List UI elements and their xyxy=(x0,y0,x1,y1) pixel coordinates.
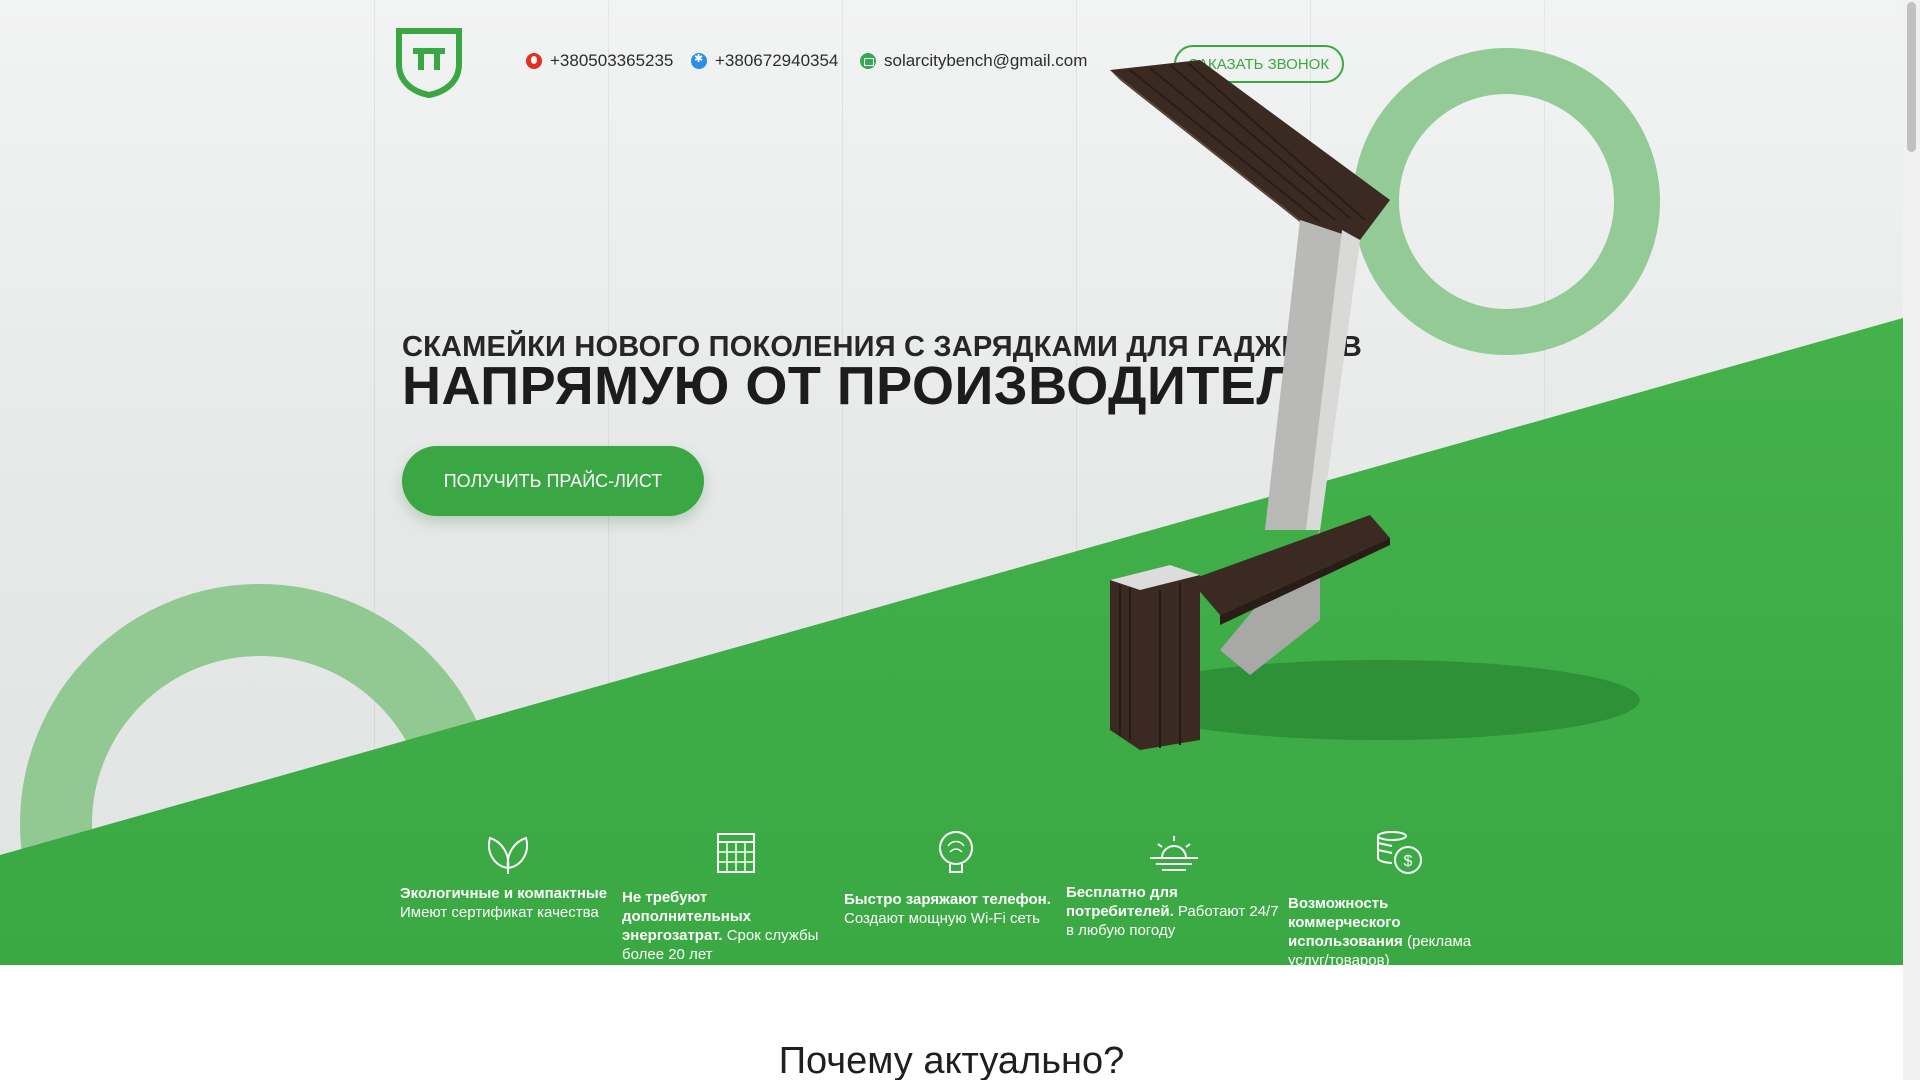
mail-icon xyxy=(860,53,876,69)
calendar-icon xyxy=(717,833,755,873)
feature-desc: Создают мощную Wi-Fi сеть xyxy=(844,910,1040,927)
contact-email[interactable]: solarcitybench@gmail.com xyxy=(860,51,1087,71)
page-scrollbar[interactable] xyxy=(1903,0,1920,1080)
feature-bold: Экологичные и компактные xyxy=(400,885,608,902)
feature-desc: Имеют сертификат качества xyxy=(400,904,599,921)
kyivstar-icon xyxy=(691,52,707,69)
email-address[interactable]: solarcitybench@gmail.com xyxy=(884,51,1087,71)
scrollbar-thumb[interactable] xyxy=(1907,2,1916,152)
feature-text: Возможность коммерческого использования … xyxy=(1288,894,1503,965)
feature-item: Экологичные и компактные Имеют сертифика… xyxy=(400,828,622,958)
feature-item: Быстро заряжают телефон. Создают мощную … xyxy=(844,828,1066,958)
feature-item: $ Возможность коммерческого использовани… xyxy=(1288,828,1510,965)
feature-bold: Быстро заряжают телефон. xyxy=(844,891,1051,908)
feature-text: Бесплатно для потребителей. Работают 24/… xyxy=(1066,883,1281,940)
section-title: Почему актуально? xyxy=(778,1040,1125,1080)
vodafone-icon xyxy=(526,53,542,69)
logo-icon[interactable] xyxy=(396,28,462,98)
hero-section: +380503365235 +380672940354 solarcityben… xyxy=(0,0,1903,965)
coins-icon: $ xyxy=(1377,831,1422,874)
feature-text: Быстро заряжают телефон. Создают мощную … xyxy=(844,890,1059,928)
features-row: Экологичные и компактные Имеют сертифика… xyxy=(400,828,1520,965)
leaves-icon xyxy=(488,836,528,874)
svg-text:$: $ xyxy=(1404,853,1413,870)
bulb-icon xyxy=(939,831,973,873)
feature-text: Экологичные и компактные Имеют сертифика… xyxy=(400,884,615,922)
solar-bench-image xyxy=(1110,60,1640,750)
contact-phone-vodafone[interactable]: +380503365235 xyxy=(526,51,673,71)
sunrise-icon xyxy=(1150,836,1198,871)
feature-bold: Бесплатно для потребителей. xyxy=(1066,884,1178,920)
feature-text: Не требуют дополнительных энергозатрат. … xyxy=(622,888,837,964)
phone-number[interactable]: +380672940354 xyxy=(715,51,838,71)
phone-number[interactable]: +380503365235 xyxy=(550,51,673,71)
feature-bold: Возможность коммерческого использования xyxy=(1288,895,1403,950)
feature-item: Не требуют дополнительных энергозатрат. … xyxy=(622,828,844,963)
get-price-list-button[interactable]: ПОЛУЧИТЬ ПРАЙС-ЛИСТ xyxy=(402,446,704,516)
contact-phone-kyivstar[interactable]: +380672940354 xyxy=(691,51,838,71)
feature-item: Бесплатно для потребителей. Работают 24/… xyxy=(1066,828,1288,958)
